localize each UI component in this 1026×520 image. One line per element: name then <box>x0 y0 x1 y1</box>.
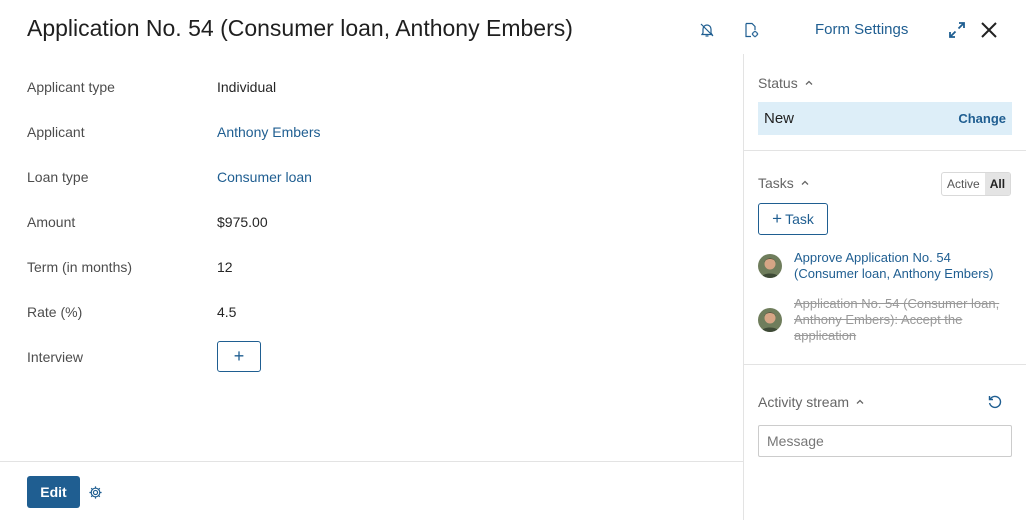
avatar <box>758 254 782 278</box>
tasks-section-toggle[interactable]: Tasks <box>758 175 810 191</box>
status-section-toggle[interactable]: Status <box>758 75 814 91</box>
field-value: Individual <box>217 78 277 95</box>
field-label: Loan type <box>27 168 89 185</box>
field-applicant: Applicant Anthony Embers <box>27 109 717 154</box>
change-status-button[interactable]: Change <box>958 111 1006 126</box>
section-divider <box>744 150 1026 151</box>
field-applicant-type: Applicant type Individual <box>27 64 717 109</box>
field-term: Term (in months) 12 <box>27 244 717 289</box>
filter-all-button[interactable]: All <box>984 173 1011 195</box>
form-settings-link[interactable]: Form Settings <box>815 21 908 38</box>
field-value: 12 <box>217 258 233 275</box>
field-label: Applicant <box>27 123 85 140</box>
plus-icon: + <box>772 209 783 228</box>
field-loan-type: Loan type Consumer loan <box>27 154 717 199</box>
bell-off-icon[interactable] <box>697 20 717 40</box>
chevron-up-icon <box>856 399 864 404</box>
applicant-link[interactable]: Anthony Embers <box>217 124 321 140</box>
task-filter-toggle: Active All <box>941 172 1012 196</box>
chevron-up-icon <box>801 180 809 185</box>
add-task-label: Task <box>785 211 814 227</box>
avatar <box>758 308 782 332</box>
edit-button[interactable]: Edit <box>27 476 80 508</box>
task-item[interactable]: Approve Application No. 54 (Consumer loa… <box>758 250 1006 282</box>
add-task-button[interactable]: + Task <box>758 203 828 235</box>
section-divider <box>744 364 1026 365</box>
message-input[interactable] <box>758 425 1012 457</box>
status-box: New Change <box>758 102 1012 135</box>
field-label: Amount <box>27 213 76 230</box>
task-title[interactable]: Approve Application No. 54 (Consumer loa… <box>794 250 1006 282</box>
footer-divider <box>0 461 743 462</box>
page-title: Application No. 54 (Consumer loan, Antho… <box>27 15 573 41</box>
loan-type-link[interactable]: Consumer loan <box>217 169 312 185</box>
gear-icon[interactable] <box>88 485 103 500</box>
field-label: Term (in months) <box>27 258 133 275</box>
field-amount: Amount $975.00 <box>27 199 717 244</box>
activity-title: Activity stream <box>758 394 850 410</box>
status-value: New <box>764 110 795 127</box>
field-label: Applicant type <box>27 78 115 95</box>
tasks-title: Tasks <box>758 175 794 191</box>
document-settings-icon[interactable] <box>741 20 761 40</box>
add-interview-button[interactable]: + <box>217 341 261 372</box>
field-label: Rate (%) <box>27 303 83 320</box>
field-value: 4.5 <box>217 303 237 320</box>
filter-active-button[interactable]: Active <box>942 173 985 195</box>
refresh-icon[interactable] <box>987 394 1003 410</box>
field-interview: Interview + <box>27 334 717 379</box>
close-icon[interactable] <box>979 20 999 40</box>
field-value: $975.00 <box>217 213 268 230</box>
form-fields: Applicant type Individual Applicant Anth… <box>27 64 717 379</box>
task-title-completed[interactable]: Application No. 54 (Consumer loan, Antho… <box>794 296 1006 344</box>
activity-section-toggle[interactable]: Activity stream <box>758 394 865 410</box>
chevron-up-icon <box>805 80 813 85</box>
status-title: Status <box>758 75 798 91</box>
field-label: Interview <box>27 348 84 365</box>
expand-icon[interactable] <box>947 20 967 40</box>
task-item[interactable]: Application No. 54 (Consumer loan, Antho… <box>758 296 1006 344</box>
field-rate: Rate (%) 4.5 <box>27 289 717 334</box>
side-panel-divider <box>743 54 744 520</box>
